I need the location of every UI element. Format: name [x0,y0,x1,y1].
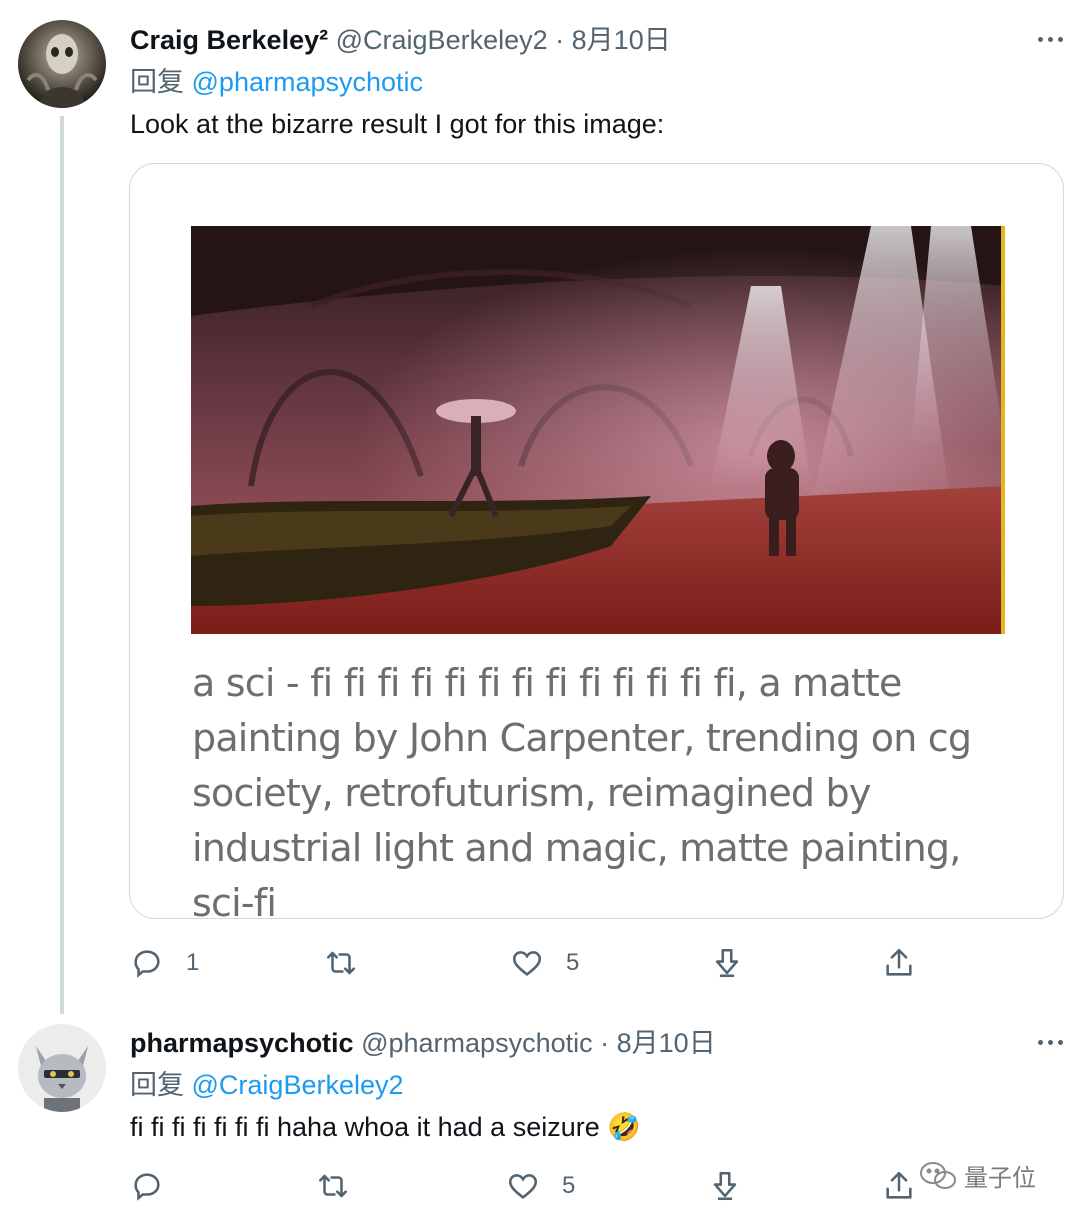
like-count: 5 [566,949,580,976]
retweet-icon [318,1174,348,1198]
tweet-actions: 5 [130,1166,930,1206]
tweet-text-line: fi fi fi fi fi fi fi haha whoa it had a … [130,1109,641,1145]
image-caption: a sci - fi fi fi fi fi fi fi fi fi fi fi… [192,661,972,925]
thread-connector-line [60,116,64,1014]
watermark: 量子位 [918,1158,1036,1193]
more-options-button[interactable] [1030,24,1070,54]
display-name[interactable]: pharmapsychotic [130,1028,354,1058]
download-button[interactable] [710,943,744,983]
tweet-text: fi fi fi fi fi fi fi haha whoa it had a … [130,1112,600,1142]
download-arrow-icon [713,1171,737,1201]
reply-button[interactable] [130,1166,164,1206]
more-options-button[interactable] [1030,1027,1070,1057]
replying-to: 回复 @pharmapsychotic [130,64,423,100]
avatar-craig[interactable] [18,20,106,108]
sci-fi-scene-image[interactable] [191,226,1005,634]
reply-prefix: 回复 [130,67,184,97]
display-name[interactable]: Craig Berkeley² [130,25,328,55]
avatar-pharmapsychotic[interactable] [18,1024,106,1112]
reply-mention-link[interactable]: @CraigBerkeley2 [192,1070,404,1100]
download-button[interactable] [708,1166,742,1206]
wechat-logo-icon [920,1161,956,1189]
share-button[interactable] [882,943,916,983]
tweet-header: pharmapsychotic @pharmapsychotic · 8月10日 [130,1025,716,1061]
tweet-date[interactable]: 8月10日 [617,1028,716,1058]
header-separator: · [555,25,565,55]
retweet-icon [326,951,356,975]
user-handle[interactable]: @CraigBerkeley2 [336,25,548,55]
replying-to: 回复 @CraigBerkeley2 [130,1067,404,1103]
share-upload-icon [886,948,912,976]
tweet-date[interactable]: 8月10日 [572,25,671,55]
heart-icon [508,1174,538,1199]
tweet-text: Look at the bizarre result I got for thi… [130,109,665,139]
reply-bubble-icon [134,1173,160,1201]
retweet-button[interactable] [324,943,358,983]
reply-bubble-icon [134,950,160,978]
like-count: 5 [562,1172,576,1199]
tweet-actions: 1 5 [130,943,930,983]
like-button[interactable]: 5 [510,943,579,983]
more-horizontal-icon [1037,36,1043,42]
reply-count: 1 [186,949,200,976]
retweet-button[interactable] [316,1166,350,1206]
like-button[interactable]: 5 [506,1166,575,1206]
user-handle[interactable]: @pharmapsychotic [361,1028,593,1058]
more-horizontal-icon [1037,1039,1043,1045]
reply-mention-link[interactable]: @pharmapsychotic [192,67,424,97]
heart-icon [512,951,542,976]
rofl-emoji-icon: 🤣 [607,1112,641,1142]
reply-prefix: 回复 [130,1070,184,1100]
share-button[interactable] [882,1166,916,1206]
share-upload-icon [886,1171,912,1199]
watermark-text: 量子位 [964,1165,1036,1192]
download-arrow-icon [715,948,739,978]
tweet-header: Craig Berkeley² @CraigBerkeley2 · 8月10日 [130,22,671,58]
header-separator: · [600,1028,610,1058]
reply-button[interactable]: 1 [130,943,199,983]
